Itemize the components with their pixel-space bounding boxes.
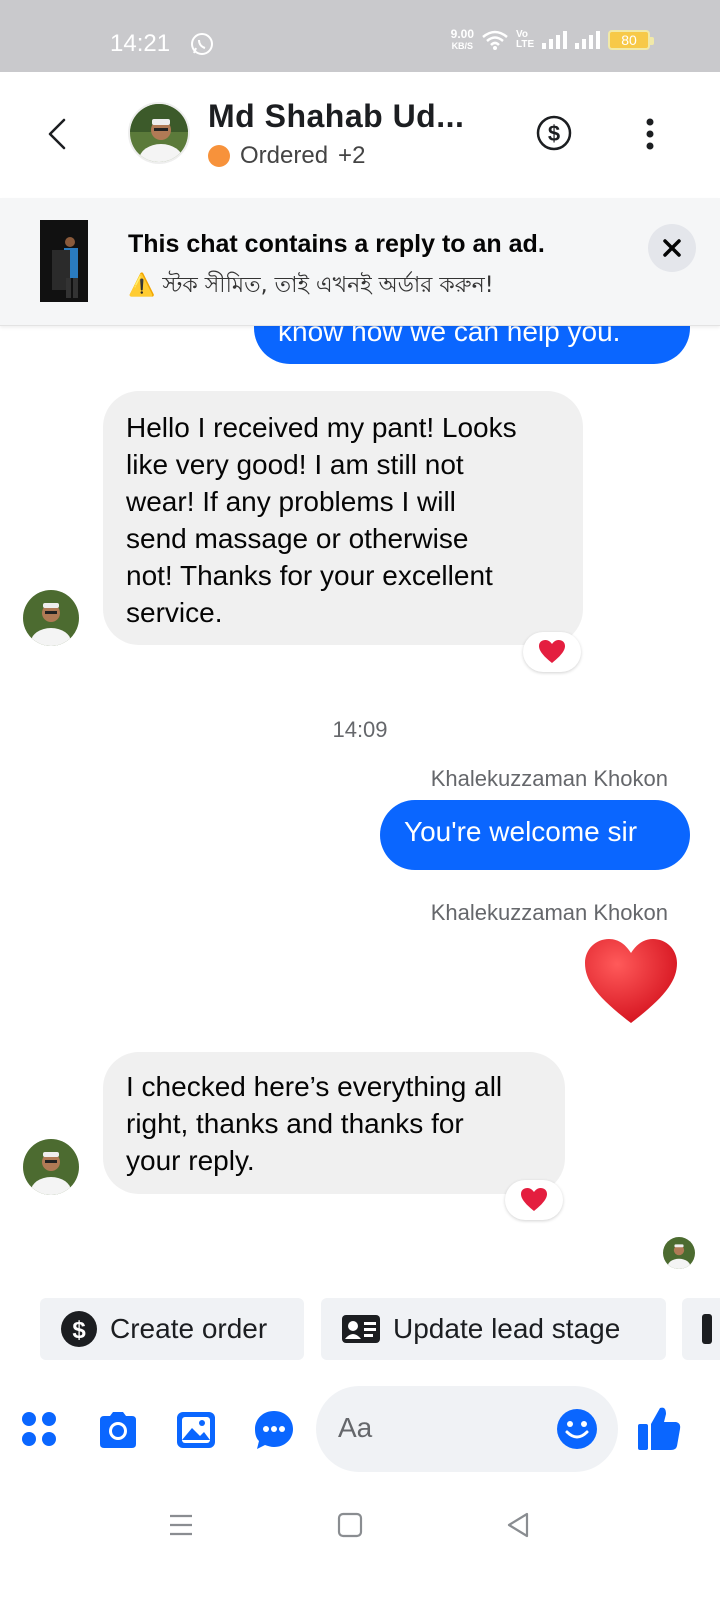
svg-text:$: $ bbox=[72, 1317, 86, 1344]
contact-card-icon bbox=[342, 1315, 380, 1343]
sender-name: Khalekuzzaman Khokon bbox=[430, 900, 668, 925]
ad-reply-banner[interactable]: This chat contains a reply to an ad. ⚠️ … bbox=[0, 198, 720, 326]
signal-1-icon bbox=[542, 31, 567, 49]
sender-name: Khalekuzzaman Khokon bbox=[430, 766, 668, 791]
status-label: Ordered bbox=[240, 142, 329, 169]
more-quick-action[interactable] bbox=[682, 1298, 720, 1360]
more-options-icon[interactable] bbox=[645, 116, 655, 152]
heart-icon bbox=[521, 1188, 547, 1211]
lead-status[interactable]: Ordered +2 bbox=[208, 142, 365, 170]
contact-name[interactable]: Md Shahab Ud... bbox=[208, 98, 464, 135]
status-time: 14:21 bbox=[110, 30, 171, 57]
message-placeholder: Aa bbox=[338, 1412, 373, 1443]
card-icon bbox=[702, 1314, 712, 1344]
create-order-button[interactable]: $ Create order bbox=[40, 1298, 304, 1360]
message-input[interactable]: Aa bbox=[316, 1386, 618, 1472]
outgoing-message[interactable]: You're welcome sir bbox=[380, 800, 690, 870]
reaction-badge[interactable] bbox=[505, 1180, 563, 1220]
net-speed: 9.00 KB/S bbox=[450, 27, 474, 51]
incoming-message[interactable]: I checked here’s everything all right, t… bbox=[103, 1052, 565, 1194]
close-icon bbox=[663, 239, 681, 257]
timestamp: 14:09 bbox=[332, 717, 388, 742]
avatar[interactable] bbox=[23, 1139, 79, 1195]
chat-bubble-icon[interactable] bbox=[252, 1408, 296, 1452]
back-arrow-icon[interactable] bbox=[40, 116, 76, 152]
whatsapp-icon bbox=[191, 33, 213, 55]
gallery-icon[interactable] bbox=[174, 1408, 218, 1452]
home-icon[interactable] bbox=[337, 1512, 363, 1538]
chat-header: Md Shahab Ud... Ordered +2 $ bbox=[0, 72, 720, 198]
ad-banner-title: This chat contains a reply to an ad. bbox=[128, 230, 545, 258]
reaction-badge[interactable] bbox=[523, 632, 581, 672]
camera-icon[interactable] bbox=[96, 1408, 140, 1452]
status-dot bbox=[208, 145, 230, 167]
close-banner-button[interactable] bbox=[648, 224, 696, 272]
svg-text:$: $ bbox=[548, 121, 560, 146]
system-nav-bar bbox=[0, 1490, 720, 1600]
thumbs-up-icon[interactable] bbox=[636, 1404, 682, 1452]
heart-icon[interactable] bbox=[583, 937, 679, 1025]
wifi-icon bbox=[482, 30, 508, 50]
seen-avatar bbox=[663, 1237, 695, 1269]
ad-banner-subtitle: ⚠️ স্টক সীমিত, তাই এখনই অর্ডার করুন! bbox=[128, 273, 494, 298]
battery-icon: 80 bbox=[608, 30, 654, 50]
avatar[interactable] bbox=[23, 590, 79, 646]
dollar-circle-icon[interactable]: $ bbox=[535, 114, 573, 152]
update-lead-stage-button[interactable]: Update lead stage bbox=[321, 1298, 666, 1360]
apps-icon[interactable] bbox=[18, 1408, 62, 1452]
incoming-message[interactable]: Hello I received my pant! Looks like ver… bbox=[103, 391, 583, 645]
dollar-circle-icon: $ bbox=[61, 1311, 97, 1347]
status-right: 9.00 KB/S Vo LTE 80 bbox=[450, 27, 654, 52]
status-bar: 14:21 9.00 KB/S Vo LTE 80 bbox=[0, 0, 720, 72]
back-triangle-icon[interactable] bbox=[505, 1512, 531, 1538]
ad-thumbnail[interactable] bbox=[40, 220, 88, 302]
signal-2-icon bbox=[575, 31, 600, 49]
emoji-icon[interactable] bbox=[556, 1408, 598, 1450]
status-extra: +2 bbox=[338, 142, 366, 169]
volte-indicator: Vo LTE bbox=[516, 29, 535, 50]
menu-icon[interactable] bbox=[168, 1512, 194, 1538]
heart-icon bbox=[539, 640, 565, 663]
avatar[interactable] bbox=[128, 102, 190, 164]
